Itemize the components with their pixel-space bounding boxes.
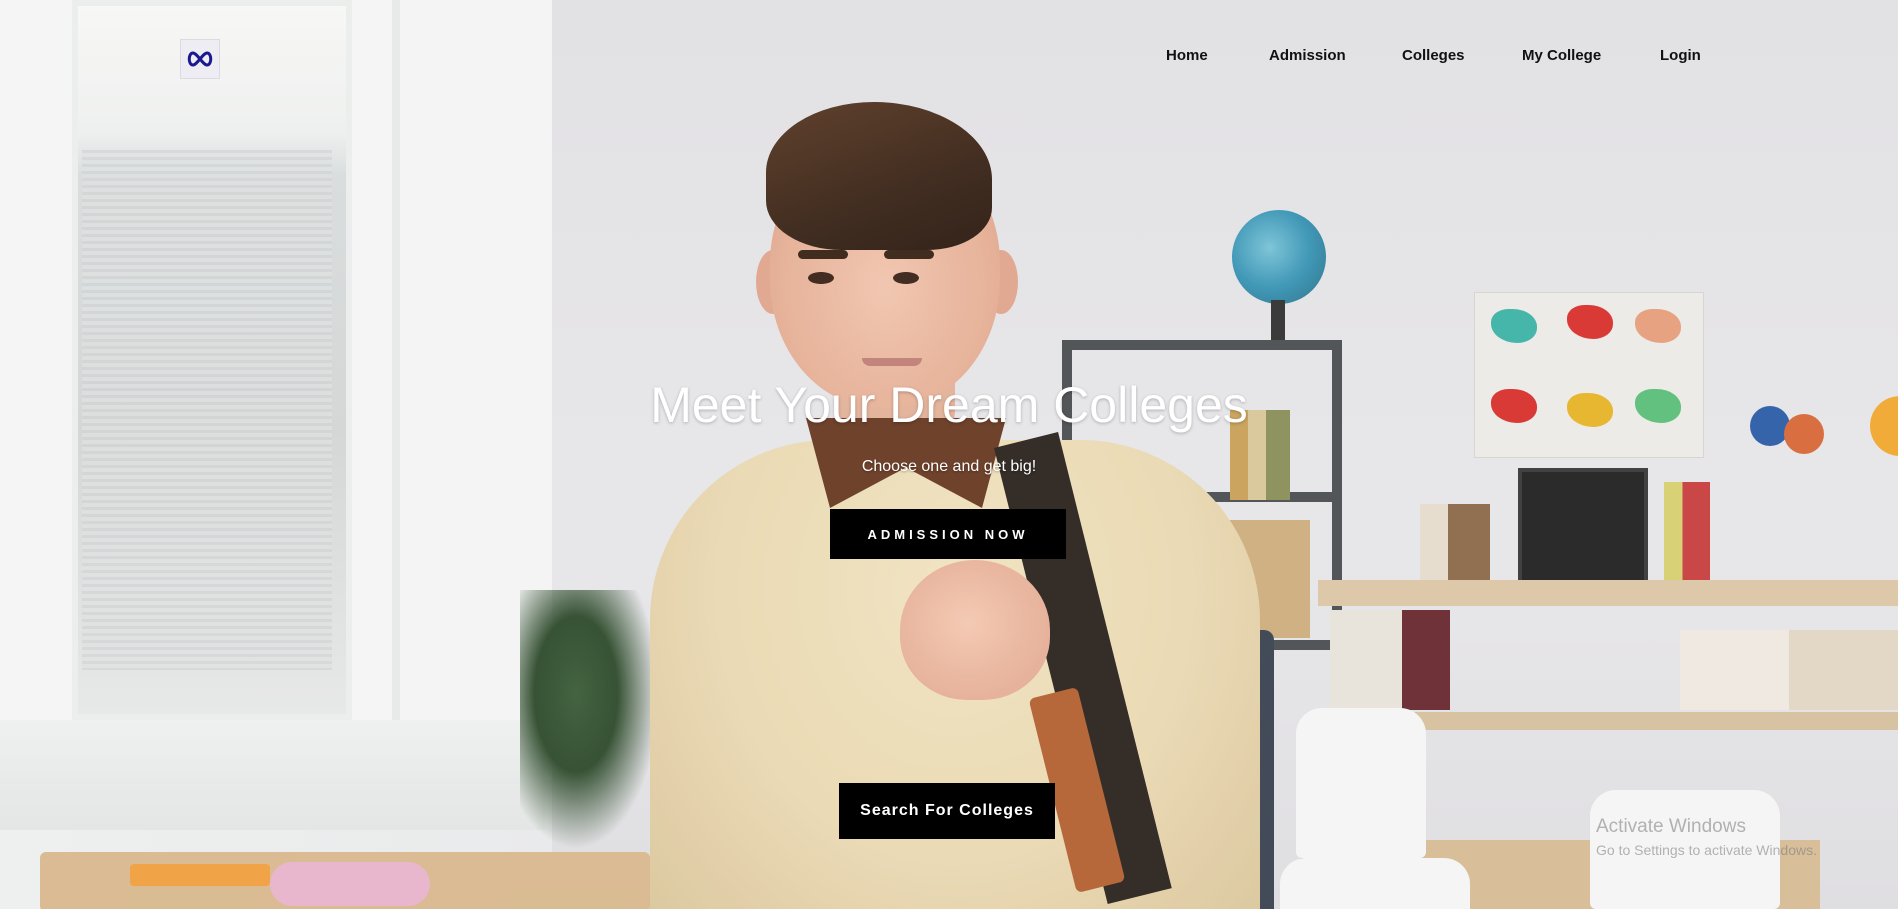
nav-login[interactable]: Login: [1660, 47, 1701, 64]
activation-title: Activate Windows: [1596, 816, 1746, 837]
main-nav: Home Admission Colleges My College Login: [0, 47, 1898, 71]
hero-background-photo: [0, 0, 1898, 909]
nav-admission[interactable]: Admission: [1269, 47, 1346, 64]
admission-now-button[interactable]: ADMISSION NOW: [830, 509, 1066, 559]
photo-overlay: [0, 0, 1898, 909]
windows-activation-watermark: Activate Windows Go to Settings to activ…: [1596, 816, 1817, 858]
hero-subtitle: Choose one and get big!: [861, 458, 1037, 475]
nav-my-college[interactable]: My College: [1522, 47, 1601, 64]
nav-home[interactable]: Home: [1166, 47, 1208, 64]
search-colleges-button[interactable]: Search For Colleges: [839, 783, 1055, 839]
hero-title: Meet Your Dream Colleges: [650, 377, 1248, 433]
activation-hint: Go to Settings to activate Windows.: [1596, 842, 1817, 858]
nav-colleges[interactable]: Colleges: [1402, 47, 1465, 64]
